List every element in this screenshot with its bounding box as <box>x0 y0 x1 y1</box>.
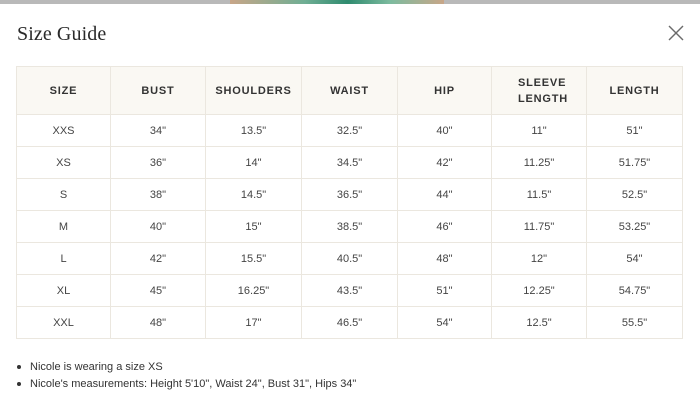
table-cell: 34.5" <box>301 146 398 179</box>
table-cell: 15" <box>205 210 302 243</box>
table-cell: 55.5" <box>586 306 683 339</box>
table-cell: 11.5" <box>491 178 587 211</box>
table-cell: 43.5" <box>301 274 398 307</box>
table-cell: 34" <box>110 114 206 147</box>
column-header-shoulders: SHOULDERS <box>205 66 302 115</box>
bullet-icon <box>17 365 21 369</box>
model-measurements-note: Nicole's measurements: Height 5'10", Wai… <box>30 378 357 390</box>
table-cell: 11" <box>491 114 587 147</box>
table-row: S 38" 14.5" 36.5" 44" 11.5" 52.5" <box>16 178 683 211</box>
column-header-size: SIZE <box>16 66 111 115</box>
table-cell: 12.25" <box>491 274 587 307</box>
table-cell: S <box>16 178 111 211</box>
table-cell: 46" <box>397 210 492 243</box>
table-cell: 11.25" <box>491 146 587 179</box>
table-cell: 16.25" <box>205 274 302 307</box>
column-header-length: LENGTH <box>586 66 683 115</box>
table-cell: 53.25" <box>586 210 683 243</box>
table-cell: 11.75" <box>491 210 587 243</box>
table-cell: 42" <box>110 242 206 275</box>
size-chart-table: SIZE BUST SHOULDERS WAIST HIP SLEEVE LEN… <box>16 66 683 339</box>
size-guide-modal: Size Guide SIZE BUST SHOULDERS WAIST HIP… <box>0 4 700 402</box>
table-cell: 32.5" <box>301 114 398 147</box>
column-header-sleeve-length: SLEEVE LENGTH <box>491 66 587 115</box>
model-size-note: Nicole is wearing a size XS <box>30 361 163 373</box>
bullet-icon <box>17 382 21 386</box>
table-cell: 54.75" <box>586 274 683 307</box>
table-row: XXS 34" 13.5" 32.5" 40" 11" 51" <box>16 114 683 147</box>
table-cell: 48" <box>110 306 206 339</box>
table-cell: XXL <box>16 306 111 339</box>
table-cell: 45" <box>110 274 206 307</box>
table-cell: 46.5" <box>301 306 398 339</box>
table-row: L 42" 15.5" 40.5" 48" 12" 54" <box>16 242 683 275</box>
table-cell: M <box>16 210 111 243</box>
table-cell: 12" <box>491 242 587 275</box>
close-icon <box>668 25 684 41</box>
table-cell: 14" <box>205 146 302 179</box>
table-cell: XXS <box>16 114 111 147</box>
table-header-row: SIZE BUST SHOULDERS WAIST HIP SLEEVE LEN… <box>16 66 683 115</box>
modal-title: Size Guide <box>17 23 107 45</box>
table-cell: 13.5" <box>205 114 302 147</box>
table-cell: 51.75" <box>586 146 683 179</box>
column-header-bust: BUST <box>110 66 206 115</box>
table-row: XL 45" 16.25" 43.5" 51" 12.25" 54.75" <box>16 274 683 307</box>
table-cell: 44" <box>397 178 492 211</box>
list-item: Nicole is wearing a size XS <box>17 359 356 376</box>
table-cell: 40.5" <box>301 242 398 275</box>
table-cell: 52.5" <box>586 178 683 211</box>
table-cell: 51" <box>397 274 492 307</box>
table-cell: 14.5" <box>205 178 302 211</box>
table-cell: 54" <box>397 306 492 339</box>
table-cell: 17" <box>205 306 302 339</box>
table-cell: 48" <box>397 242 492 275</box>
table-cell: 54" <box>586 242 683 275</box>
model-notes-list: Nicole is wearing a size XS Nicole's mea… <box>17 359 356 393</box>
table-cell: 36" <box>110 146 206 179</box>
close-button[interactable] <box>667 24 685 42</box>
table-cell: 51" <box>586 114 683 147</box>
table-cell: 12.5" <box>491 306 587 339</box>
table-cell: 15.5" <box>205 242 302 275</box>
table-cell: 36.5" <box>301 178 398 211</box>
table-cell: 38" <box>110 178 206 211</box>
list-item: Nicole's measurements: Height 5'10", Wai… <box>17 376 356 393</box>
table-cell: 38.5" <box>301 210 398 243</box>
table-cell: 42" <box>397 146 492 179</box>
column-header-hip: HIP <box>397 66 492 115</box>
table-row: M 40" 15" 38.5" 46" 11.75" 53.25" <box>16 210 683 243</box>
table-cell: 40" <box>397 114 492 147</box>
table-cell: L <box>16 242 111 275</box>
table-row: XS 36" 14" 34.5" 42" 11.25" 51.75" <box>16 146 683 179</box>
table-cell: XS <box>16 146 111 179</box>
table-cell: 40" <box>110 210 206 243</box>
table-cell: XL <box>16 274 111 307</box>
column-header-waist: WAIST <box>301 66 398 115</box>
table-row: XXL 48" 17" 46.5" 54" 12.5" 55.5" <box>16 306 683 339</box>
